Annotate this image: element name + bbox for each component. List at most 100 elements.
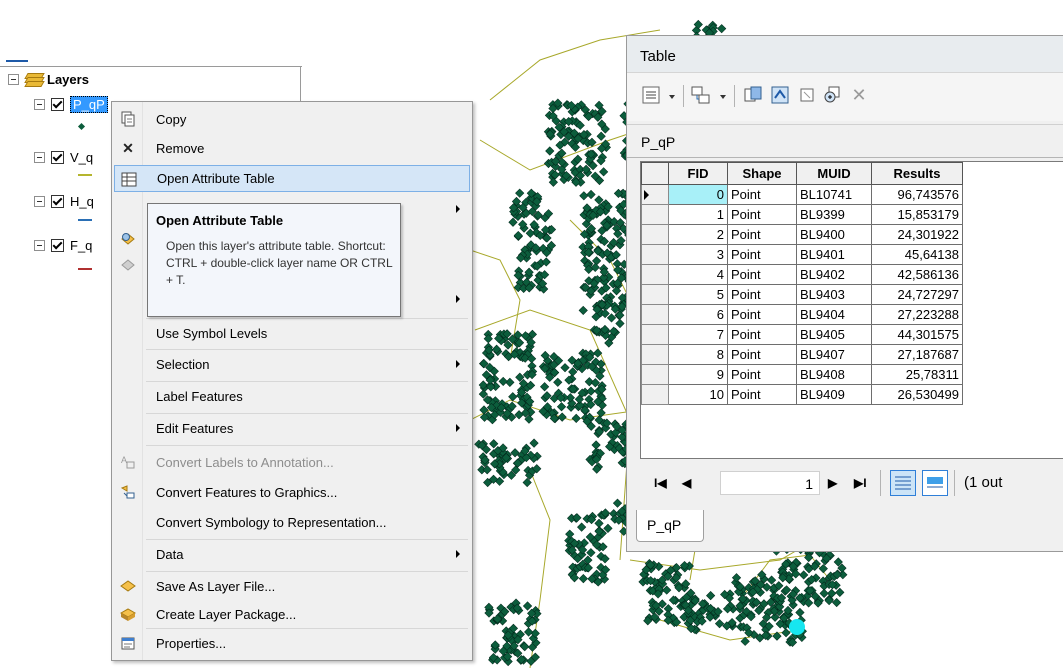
row-selector[interactable] — [641, 324, 669, 345]
collapse-icon[interactable] — [34, 151, 45, 163]
table-row[interactable]: 6 Point BL9404 27,223288 — [641, 304, 963, 325]
shape-cell[interactable]: Point — [727, 264, 797, 285]
collapse-icon[interactable] — [34, 98, 45, 110]
column-header-shape[interactable]: Shape — [727, 162, 797, 185]
toc-layer-v-q[interactable]: V_q — [34, 148, 93, 166]
menu-item-open-attribute-table[interactable]: Open Attribute Table — [114, 165, 470, 192]
shape-cell[interactable]: Point — [727, 364, 797, 385]
row-selector[interactable] — [641, 184, 669, 205]
menu-item-convert-labels[interactable]: A Convert Labels to Annotation... — [114, 449, 470, 476]
fid-cell[interactable]: 8 — [668, 344, 728, 365]
table-row[interactable]: 3 Point BL9401 45,64138 — [641, 244, 963, 265]
row-selector[interactable] — [641, 304, 669, 325]
results-cell[interactable]: 15,853179 — [871, 204, 963, 225]
collapse-icon[interactable] — [34, 195, 45, 207]
layer-name[interactable]: H_q — [70, 194, 94, 209]
fid-cell[interactable]: 5 — [668, 284, 728, 305]
related-tables-icon[interactable] — [689, 83, 713, 107]
row-selector[interactable] — [641, 344, 669, 365]
shape-cell[interactable]: Point — [727, 224, 797, 245]
clear-selection-icon[interactable] — [795, 83, 819, 107]
table-options-icon[interactable] — [639, 83, 663, 107]
results-cell[interactable]: 42,586136 — [871, 264, 963, 285]
menu-item-save-as-layer-file[interactable]: Save As Layer File... — [114, 573, 470, 600]
fid-cell[interactable]: 7 — [668, 324, 728, 345]
row-selector[interactable] — [641, 244, 669, 265]
menu-item-properties[interactable]: Properties... — [114, 630, 470, 657]
shape-cell[interactable]: Point — [727, 384, 797, 405]
dropdown-arrow-icon[interactable] — [720, 95, 726, 99]
fid-cell[interactable]: 10 — [668, 384, 728, 405]
dropdown-arrow-icon[interactable] — [669, 95, 675, 99]
shape-cell[interactable]: Point — [727, 204, 797, 225]
show-all-records-button[interactable] — [890, 470, 916, 496]
fid-cell[interactable]: 3 — [668, 244, 728, 265]
results-cell[interactable]: 44,301575 — [871, 324, 963, 345]
toc-layer-h-q[interactable]: H_q — [34, 192, 94, 210]
menu-item-convert-features-to-graphics[interactable]: Convert Features to Graphics... — [114, 479, 470, 506]
select-by-attributes-icon[interactable] — [741, 83, 765, 107]
previous-record-icon[interactable]: ◀ — [682, 476, 691, 490]
results-cell[interactable]: 25,78311 — [871, 364, 963, 385]
layer-name[interactable]: F_q — [70, 238, 92, 253]
muid-cell[interactable]: BL9399 — [796, 204, 872, 225]
row-selector[interactable] — [641, 204, 669, 225]
row-selector[interactable] — [641, 224, 669, 245]
tab-p-qp[interactable]: P_qP — [636, 510, 704, 542]
results-cell[interactable]: 26,530499 — [871, 384, 963, 405]
attribute-grid[interactable]: FID Shape MUID Results 0 Point BL10741 96,7… — [640, 161, 1063, 459]
menu-item-copy[interactable]: Copy — [114, 106, 470, 133]
row-selector[interactable] — [641, 284, 669, 305]
table-row[interactable]: 2 Point BL9400 24,301922 — [641, 224, 963, 245]
results-cell[interactable]: 27,187687 — [871, 344, 963, 365]
layer-visibility-checkbox[interactable] — [51, 150, 64, 164]
muid-cell[interactable]: BL9400 — [796, 224, 872, 245]
menu-item-data[interactable]: Data — [114, 541, 470, 568]
results-cell[interactable]: 24,301922 — [871, 224, 963, 245]
menu-item-create-layer-package[interactable]: Create Layer Package... — [114, 601, 470, 628]
fid-cell[interactable]: 9 — [668, 364, 728, 385]
delete-selected-icon[interactable]: ✕ — [847, 83, 871, 107]
toc-root-layers[interactable]: Layers — [8, 70, 89, 88]
table-row[interactable]: 5 Point BL9403 24,727297 — [641, 284, 963, 305]
muid-cell[interactable]: BL9401 — [796, 244, 872, 265]
collapse-icon[interactable] — [8, 73, 19, 85]
table-row[interactable]: 1 Point BL9399 15,853179 — [641, 204, 963, 225]
row-selector[interactable] — [641, 264, 669, 285]
window-titlebar[interactable]: Table — [627, 36, 1063, 73]
layer-name[interactable]: P_qP — [70, 95, 108, 113]
results-cell[interactable]: 24,727297 — [871, 284, 963, 305]
column-header-muid[interactable]: MUID — [796, 162, 872, 185]
muid-cell[interactable]: BL10741 — [796, 184, 872, 205]
fid-cell[interactable]: 4 — [668, 264, 728, 285]
fid-cell[interactable]: 2 — [668, 224, 728, 245]
layer-name[interactable]: V_q — [70, 150, 93, 165]
selected-feature-point[interactable] — [789, 619, 805, 635]
muid-cell[interactable]: BL9403 — [796, 284, 872, 305]
menu-item-use-symbol-levels[interactable]: Use Symbol Levels — [114, 320, 470, 347]
table-row[interactable]: 10 Point BL9409 26,530499 — [641, 384, 963, 405]
muid-cell[interactable]: BL9404 — [796, 304, 872, 325]
first-record-icon[interactable]: I◀ — [654, 476, 667, 490]
toc-layer-p-qp[interactable]: P_qP — [34, 95, 108, 113]
fid-cell[interactable]: 1 — [668, 204, 728, 225]
shape-cell[interactable]: Point — [727, 244, 797, 265]
zoom-to-selected-icon[interactable] — [820, 83, 844, 107]
column-header-fid[interactable]: FID — [668, 162, 728, 185]
next-record-icon[interactable]: ▶ — [828, 476, 837, 490]
toc-layer-f-q[interactable]: F_q — [34, 236, 92, 254]
row-selector[interactable] — [641, 364, 669, 385]
table-row[interactable]: 8 Point BL9407 27,187687 — [641, 344, 963, 365]
shape-cell[interactable]: Point — [727, 184, 797, 205]
layer-visibility-checkbox[interactable] — [51, 194, 64, 208]
shape-cell[interactable]: Point — [727, 304, 797, 325]
muid-cell[interactable]: BL9405 — [796, 324, 872, 345]
show-selected-records-button[interactable] — [922, 470, 948, 496]
current-record-input[interactable]: 1 — [720, 471, 820, 495]
layer-visibility-checkbox[interactable] — [51, 238, 64, 252]
shape-cell[interactable]: Point — [727, 284, 797, 305]
shape-cell[interactable]: Point — [727, 324, 797, 345]
results-cell[interactable]: 96,743576 — [871, 184, 963, 205]
collapse-icon[interactable] — [34, 239, 45, 251]
menu-item-selection[interactable]: Selection — [114, 351, 470, 378]
